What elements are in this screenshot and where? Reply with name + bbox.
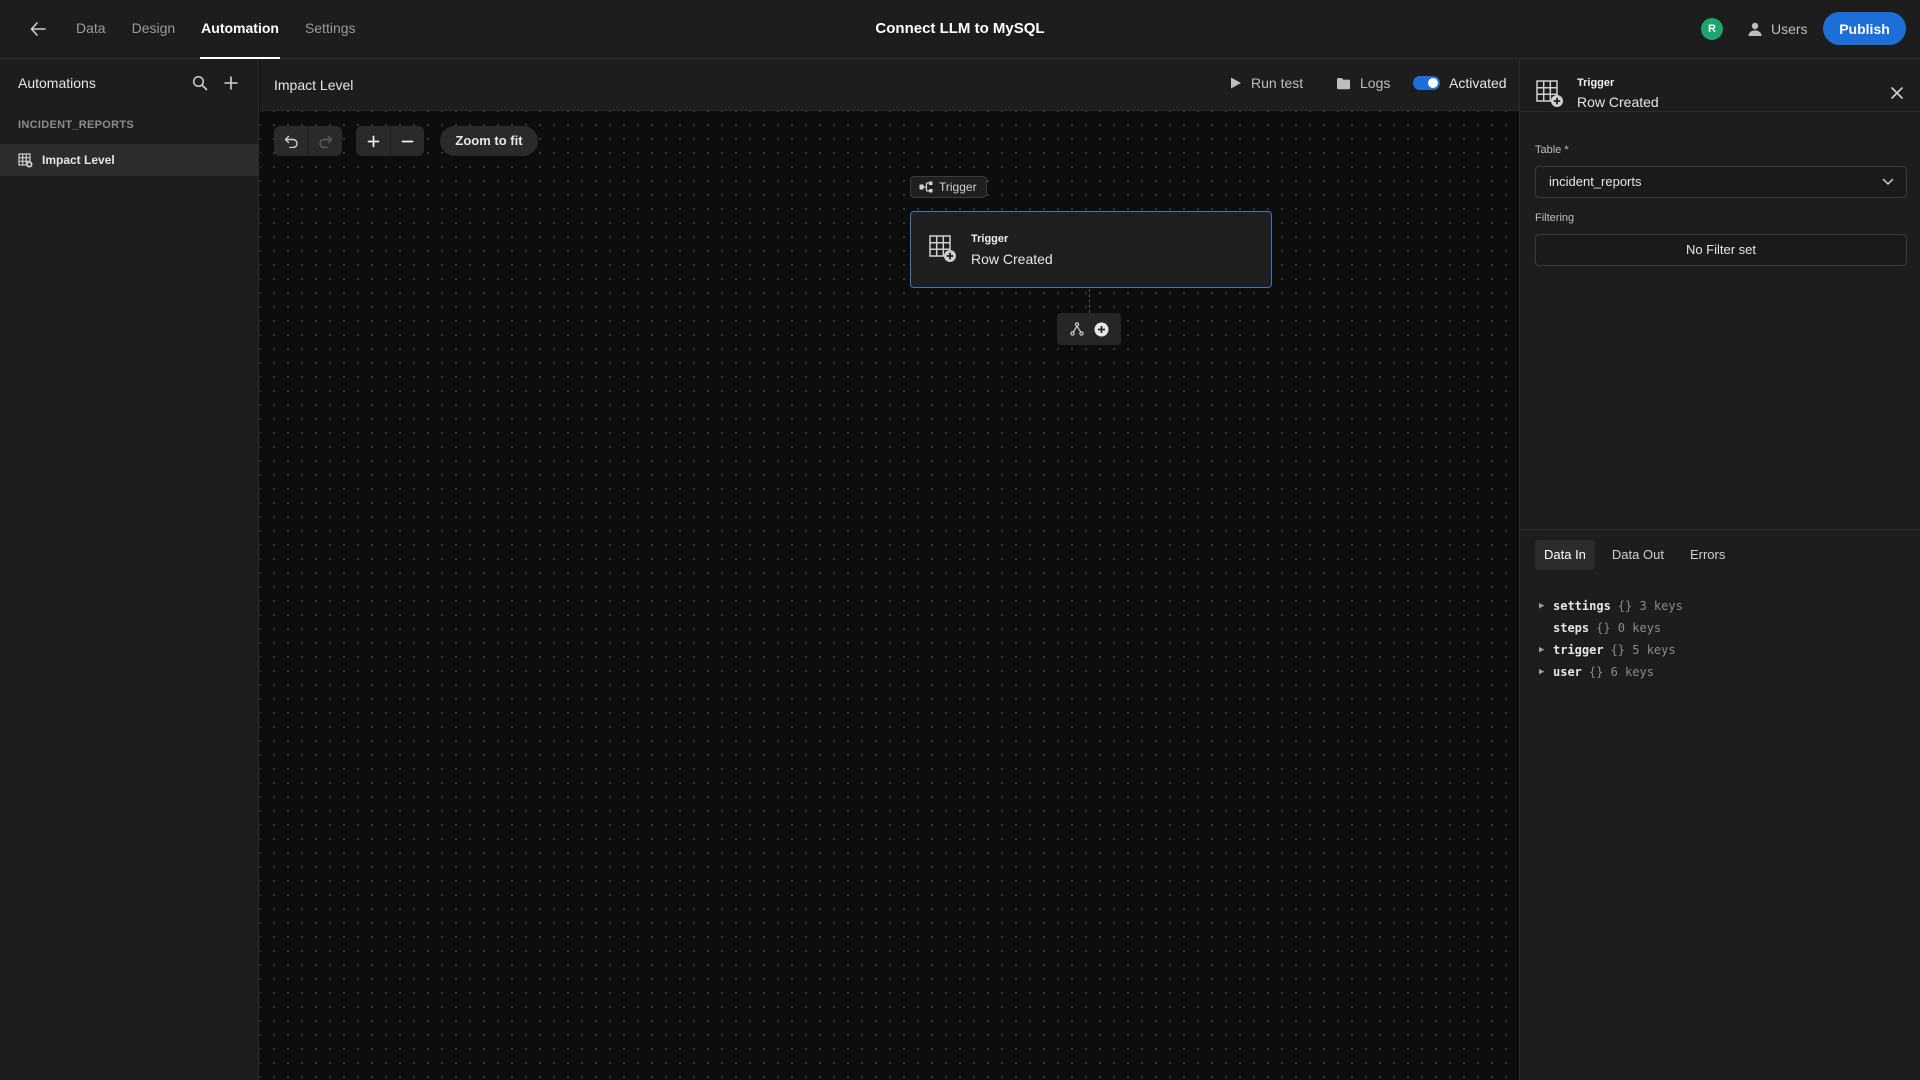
trigger-node-title: Trigger — [971, 233, 1009, 245]
filtering-label: Filtering — [1535, 212, 1575, 224]
play-icon — [1231, 77, 1241, 89]
panel-divider — [1520, 111, 1920, 112]
logs-button[interactable]: Logs — [1336, 75, 1390, 91]
minus-icon — [401, 140, 414, 142]
json-meta: {} 0 keys — [1596, 621, 1662, 635]
tab-design[interactable]: Design — [131, 0, 177, 59]
zoom-controls — [356, 126, 424, 156]
panel-subtitle: Row Created — [1577, 94, 1659, 110]
json-node-steps[interactable]: steps {} 0 keys — [1539, 617, 1683, 639]
json-key: trigger — [1553, 643, 1604, 657]
sidebar-title: Automations — [18, 75, 96, 91]
user-icon — [1748, 22, 1762, 36]
add-branch-button[interactable] — [1069, 322, 1084, 336]
run-test-button[interactable]: Run test — [1229, 75, 1303, 91]
json-node-settings[interactable]: ▶ settings {} 3 keys — [1539, 595, 1683, 617]
json-meta: {} 6 keys — [1588, 665, 1654, 679]
panel-title: Trigger — [1577, 77, 1615, 89]
add-step-controls — [1057, 313, 1121, 345]
json-meta: {} 5 keys — [1610, 643, 1676, 657]
node-connector — [1089, 289, 1090, 313]
arrow-left-icon — [30, 22, 46, 36]
back-button[interactable] — [26, 17, 50, 41]
logs-label: Logs — [1360, 75, 1391, 91]
tab-data-out[interactable]: Data Out — [1603, 540, 1673, 570]
table-field-label: Table * — [1535, 144, 1569, 156]
folder-icon — [1337, 77, 1350, 89]
top-tabs: Data Design Automation Settings — [75, 0, 381, 59]
flow-icon — [919, 181, 933, 193]
json-meta: {} 3 keys — [1617, 599, 1683, 613]
branch-icon — [1069, 322, 1084, 336]
undo-icon — [284, 135, 298, 148]
search-icon — [192, 75, 208, 91]
toggle-knob — [1428, 78, 1438, 88]
canvas-header: Impact Level Run test Logs Activated — [260, 59, 1519, 111]
table-select-value: incident_reports — [1549, 174, 1642, 189]
avatar[interactable]: R — [1701, 18, 1723, 40]
add-step-button[interactable] — [1094, 322, 1109, 337]
trigger-badge-label: Trigger — [939, 180, 977, 194]
table-add-icon — [18, 152, 33, 167]
json-tree: ▶ settings {} 3 keys steps {} 0 keys ▶ t… — [1539, 595, 1683, 683]
close-icon — [1891, 87, 1903, 99]
publish-button[interactable]: Publish — [1823, 12, 1906, 45]
search-button[interactable] — [192, 75, 210, 93]
table-select[interactable]: incident_reports — [1535, 166, 1907, 198]
sidebar-item-impact-level[interactable]: Impact Level — [0, 144, 258, 176]
json-key: steps — [1553, 621, 1590, 635]
table-add-icon — [1536, 80, 1563, 107]
trigger-node-subtitle: Row Created — [971, 251, 1053, 267]
table-add-icon — [929, 235, 956, 262]
redo-icon — [319, 135, 333, 148]
tab-settings[interactable]: Settings — [304, 0, 357, 59]
tab-automation[interactable]: Automation — [200, 0, 280, 59]
top-bar: Data Design Automation Settings Connect … — [0, 0, 1920, 59]
json-key: user — [1553, 665, 1582, 679]
json-node-trigger[interactable]: ▶ trigger {} 5 keys — [1539, 639, 1683, 661]
data-tabs: Data In Data Out Errors — [1535, 540, 1734, 570]
caret-right-icon: ▶ — [1539, 667, 1545, 677]
filter-button[interactable]: No Filter set — [1535, 234, 1907, 266]
users-button[interactable]: Users — [1747, 16, 1808, 42]
activated-label: Activated — [1449, 75, 1507, 91]
plus-icon — [224, 76, 238, 90]
plus-icon — [367, 135, 379, 147]
redo-button[interactable] — [308, 126, 342, 156]
json-node-user[interactable]: ▶ user {} 6 keys — [1539, 661, 1683, 683]
plus-circle-icon — [1094, 322, 1108, 336]
trigger-badge: Trigger — [910, 176, 987, 198]
trigger-node[interactable]: Trigger Row Created — [910, 211, 1272, 288]
add-automation-button[interactable] — [223, 75, 241, 93]
panel-divider — [1520, 529, 1920, 530]
activated-toggle[interactable] — [1413, 76, 1440, 90]
sidebar-item-label: Impact Level — [42, 153, 115, 167]
zoom-to-fit-button[interactable]: Zoom to fit — [440, 126, 538, 156]
json-key: settings — [1553, 599, 1611, 613]
history-controls — [274, 126, 342, 156]
undo-button[interactable] — [274, 126, 308, 156]
activated-toggle-group: Activated — [1413, 75, 1507, 91]
step-config-panel: Trigger Row Created Table * incident_rep… — [1519, 59, 1920, 1080]
zoom-out-button[interactable] — [390, 126, 424, 156]
automations-sidebar: Automations INCIDENT_REPORTS Impact Leve… — [0, 59, 259, 1080]
users-label: Users — [1771, 21, 1808, 37]
chevron-down-icon — [1882, 178, 1894, 185]
tab-data[interactable]: Data — [75, 0, 107, 59]
close-panel-button[interactable] — [1889, 85, 1905, 101]
zoom-in-button[interactable] — [356, 126, 390, 156]
run-test-label: Run test — [1251, 75, 1304, 91]
caret-right-icon: ▶ — [1539, 645, 1545, 655]
tab-data-in[interactable]: Data In — [1535, 540, 1595, 570]
caret-right-icon: ▶ — [1539, 601, 1545, 611]
sidebar-group-label: INCIDENT_REPORTS — [18, 119, 135, 131]
flow-canvas[interactable]: Zoom to fit Trigger Trigger Row Created — [260, 111, 1519, 1080]
tab-errors[interactable]: Errors — [1681, 540, 1734, 570]
automation-title: Impact Level — [274, 77, 354, 93]
